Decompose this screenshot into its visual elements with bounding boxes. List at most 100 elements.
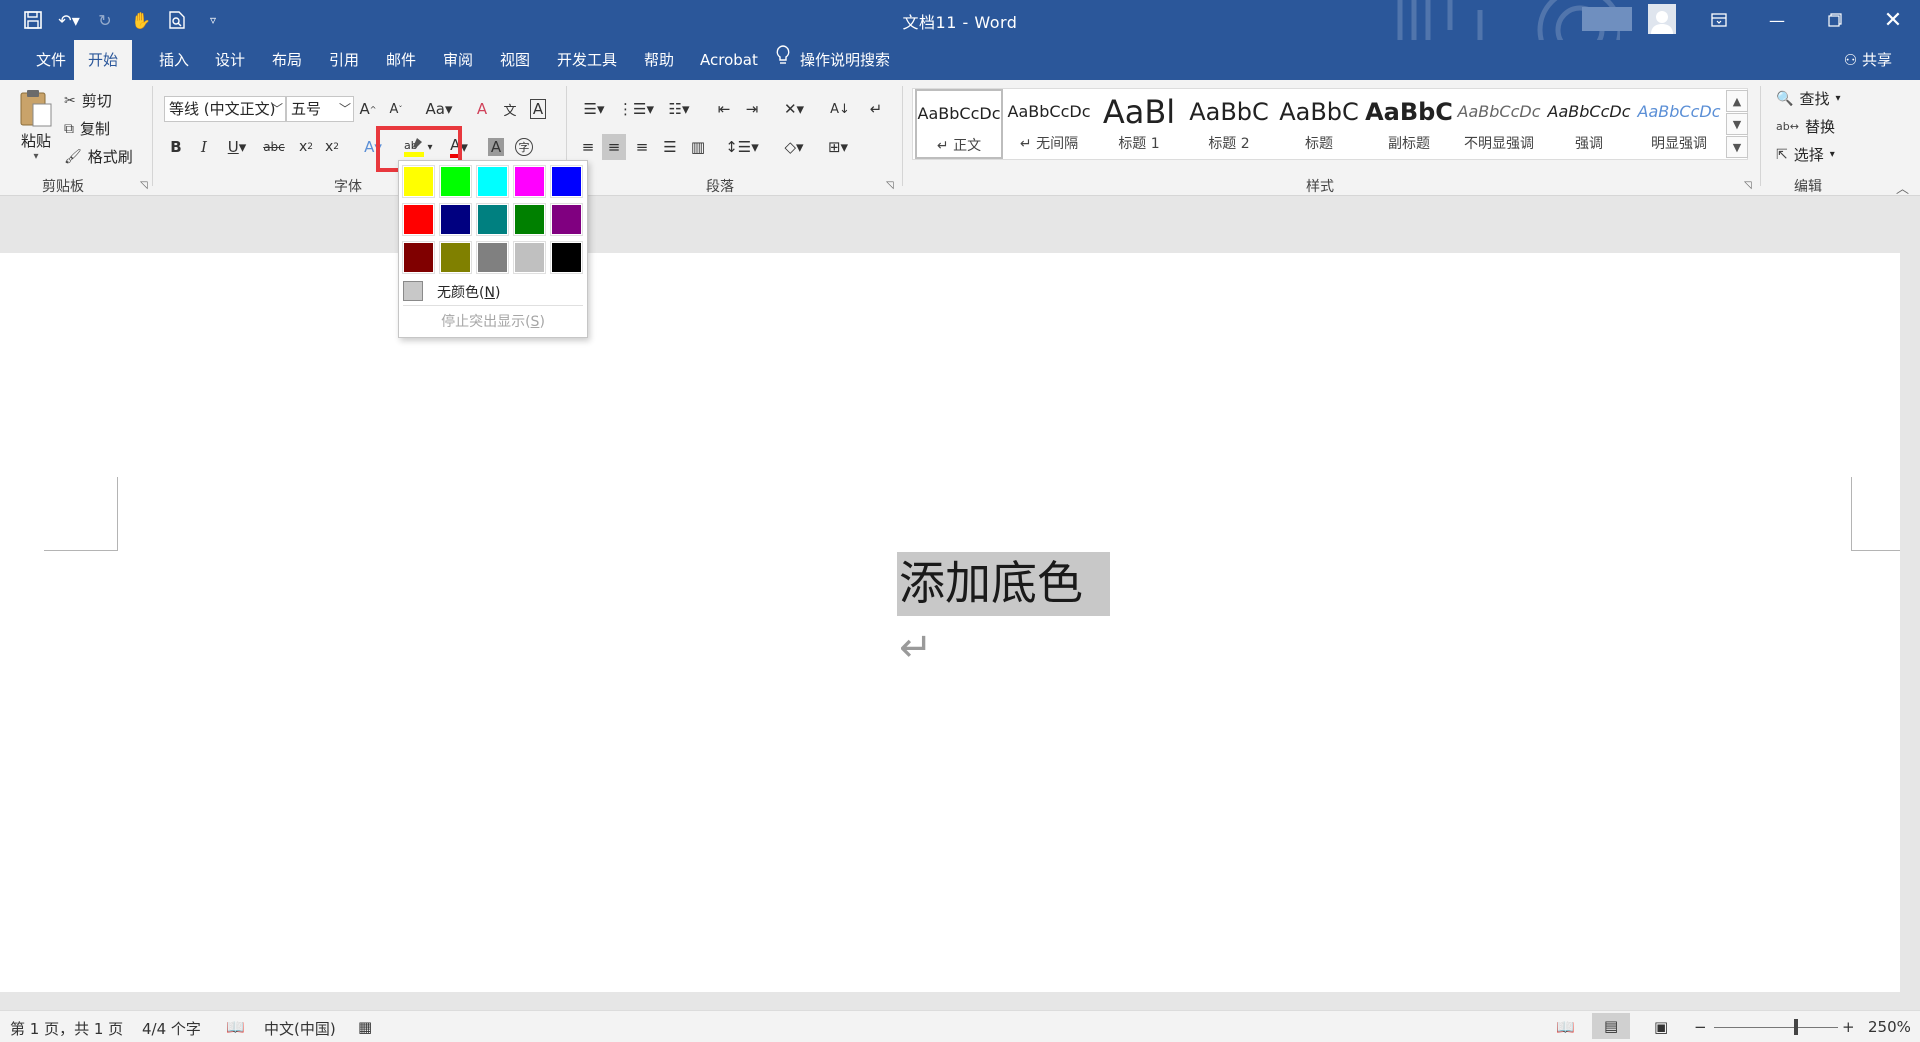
tab-insert[interactable]: 插入 <box>145 40 203 80</box>
tab-acrobat[interactable]: Acrobat <box>686 40 772 80</box>
show-marks-icon[interactable]: ↵ <box>864 96 888 122</box>
superscript-icon[interactable]: x2 <box>320 134 344 160</box>
align-left-icon[interactable]: ≡ <box>576 134 600 160</box>
decrease-indent-icon[interactable]: ⇤ <box>712 96 736 122</box>
collapse-ribbon-icon[interactable]: ︿ <box>1896 178 1909 197</box>
tell-me-search[interactable]: 操作说明搜索 <box>776 40 890 80</box>
phonetic-guide-icon[interactable]: 文 <box>498 96 522 122</box>
copy-button[interactable]: ⧉ 复制 <box>64 118 110 139</box>
borders-icon[interactable]: ⊞▾ <box>820 134 856 160</box>
character-shading-icon[interactable]: A <box>484 134 508 160</box>
style-title[interactable]: AaBbC 标题 <box>1275 89 1363 159</box>
zoom-out-icon[interactable]: − <box>1694 1018 1707 1036</box>
numbering-icon[interactable]: ⋮☰▾ <box>618 96 654 122</box>
zoom-slider[interactable] <box>1714 1027 1838 1028</box>
style-heading-1[interactable]: AaBl 标题 1 <box>1095 89 1183 159</box>
tab-mailings[interactable]: 邮件 <box>372 40 430 80</box>
page-count[interactable]: 第 1 页，共 1 页 <box>10 1018 123 1039</box>
justify-icon[interactable]: ☰ <box>658 134 682 160</box>
grow-font-icon[interactable]: A ^ <box>356 96 380 122</box>
color-swatch[interactable] <box>513 241 546 274</box>
tab-references[interactable]: 引用 <box>315 40 373 80</box>
style-intense-emphasis[interactable]: AaBbCcDc 明显强调 <box>1635 89 1723 159</box>
account-name[interactable] <box>1582 7 1632 31</box>
color-swatch[interactable] <box>550 203 583 236</box>
color-swatch[interactable] <box>513 203 546 236</box>
align-center-icon[interactable]: ≡ <box>602 134 626 160</box>
change-case-icon[interactable]: Aa▾ <box>422 96 456 122</box>
italic-icon[interactable]: I <box>192 134 216 160</box>
select-button[interactable]: ⇱ 选择 ▾ <box>1776 144 1835 165</box>
macro-icon[interactable]: ▦ <box>358 1018 372 1036</box>
color-swatch[interactable] <box>513 165 546 198</box>
tab-developer[interactable]: 开发工具 <box>543 40 631 80</box>
format-painter-button[interactable]: 🖌 格式刷 <box>64 146 133 167</box>
minimize-icon[interactable]: — <box>1748 0 1806 40</box>
character-border-icon[interactable]: A <box>526 96 550 122</box>
tab-home[interactable]: 开始 <box>74 40 133 80</box>
bullets-icon[interactable]: ☰▾ <box>576 96 612 122</box>
tab-file[interactable]: 文件 <box>22 40 80 80</box>
distributed-icon[interactable]: ▥ <box>686 134 710 160</box>
style-normal[interactable]: AaBbCcDc ↵ 正文 <box>915 89 1003 159</box>
restore-icon[interactable] <box>1806 0 1864 40</box>
ribbon-display-options-icon[interactable] <box>1690 0 1748 40</box>
paste-chevron-icon[interactable]: ▾ <box>16 151 56 162</box>
cut-button[interactable]: ✂ 剪切 <box>64 90 112 111</box>
find-button[interactable]: 🔍 查找 ▾ <box>1776 88 1840 109</box>
color-swatch[interactable] <box>550 241 583 274</box>
increase-indent-icon[interactable]: ⇥ <box>740 96 764 122</box>
font-size-combo[interactable]: 五号 ﹀ <box>286 96 354 122</box>
styles-launcher-icon[interactable]: ◹ <box>1744 180 1752 191</box>
color-swatch[interactable] <box>476 203 509 236</box>
tab-layout[interactable]: 布局 <box>258 40 316 80</box>
read-mode-icon[interactable]: 📖 <box>1556 1018 1575 1036</box>
underline-icon[interactable]: U ▾ <box>220 134 254 160</box>
color-swatch[interactable] <box>439 165 472 198</box>
color-swatch[interactable] <box>402 203 435 236</box>
share-button[interactable]: ⚇ 共享 <box>1844 40 1892 80</box>
align-right-icon[interactable]: ≡ <box>630 134 654 160</box>
enclose-characters-icon[interactable]: 字 <box>512 134 536 160</box>
tab-design[interactable]: 设计 <box>201 40 259 80</box>
color-swatch[interactable] <box>402 165 435 198</box>
tab-review[interactable]: 审阅 <box>429 40 487 80</box>
multilevel-list-icon[interactable]: ☷▾ <box>660 96 698 122</box>
word-count[interactable]: 4/4 个字 <box>142 1018 201 1039</box>
styles-scroll-down-icon[interactable]: ▼ <box>1726 113 1748 135</box>
proofing-icon[interactable]: 📖 <box>226 1018 245 1036</box>
strikethrough-icon[interactable]: abc <box>262 134 286 160</box>
color-swatch[interactable] <box>550 165 583 198</box>
paste-button[interactable]: 粘贴 ▾ <box>16 88 56 162</box>
color-swatch[interactable] <box>439 241 472 274</box>
sort-icon[interactable]: A↓ <box>828 96 852 122</box>
no-color-item[interactable]: 无颜色(N) <box>399 277 587 305</box>
color-swatch[interactable] <box>402 241 435 274</box>
shading-icon[interactable]: ◇▾ <box>776 134 812 160</box>
language[interactable]: 中文(中国) <box>264 1018 336 1039</box>
close-icon[interactable]: ✕ <box>1864 0 1920 40</box>
document-page[interactable] <box>0 253 1900 992</box>
style-emphasis[interactable]: AaBbCcDc 强调 <box>1545 89 1633 159</box>
chinese-layout-icon[interactable]: ✕▾ <box>776 96 812 122</box>
font-name-combo[interactable]: 等线 (中文正文) ﹀ <box>164 96 286 122</box>
paragraph-launcher-icon[interactable]: ◹ <box>886 180 894 191</box>
color-swatch[interactable] <box>439 203 472 236</box>
clipboard-launcher-icon[interactable]: ◹ <box>140 180 148 191</box>
clear-formatting-icon[interactable]: A <box>470 96 494 122</box>
selected-text[interactable]: 添加底色 ↵ <box>897 552 1110 671</box>
zoom-level[interactable]: 250% <box>1868 1018 1911 1036</box>
replace-button[interactable]: ab↔ 替换 <box>1776 116 1835 137</box>
line-spacing-icon[interactable]: ↕☰▾ <box>724 134 760 160</box>
subscript-icon[interactable]: x2 <box>294 134 318 160</box>
style-subtle-emphasis[interactable]: AaBbCcDc 不明显强调 <box>1455 89 1543 159</box>
zoom-slider-thumb[interactable] <box>1794 1019 1798 1035</box>
styles-more-icon[interactable]: ▼ <box>1726 136 1748 158</box>
tab-help[interactable]: 帮助 <box>630 40 688 80</box>
color-swatch[interactable] <box>476 165 509 198</box>
zoom-in-icon[interactable]: + <box>1842 1018 1855 1036</box>
style-subtitle[interactable]: AaBbC 副标题 <box>1365 89 1453 159</box>
color-swatch[interactable] <box>476 241 509 274</box>
web-layout-icon[interactable]: ▣ <box>1654 1018 1668 1036</box>
bold-icon[interactable]: B <box>164 134 188 160</box>
